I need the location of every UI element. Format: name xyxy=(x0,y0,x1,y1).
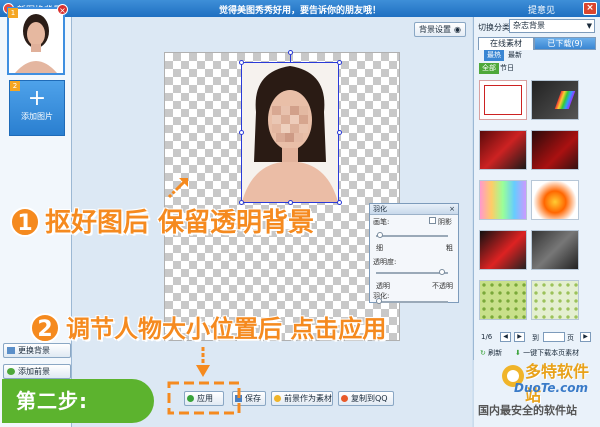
opacity-slider-track[interactable] xyxy=(376,272,448,274)
shadow-label: 阴影 xyxy=(438,218,452,226)
refresh-button[interactable]: ↻ 刷新 xyxy=(480,348,502,358)
add-image-label: 添加图片 xyxy=(21,112,53,121)
save-as-material-label: 前景作为素材 xyxy=(284,394,332,403)
image-thumbnail[interactable]: 1 × xyxy=(7,4,68,75)
tab-downloaded[interactable]: 已下载(9) xyxy=(534,37,596,50)
opaque-label: 不透明 xyxy=(432,282,453,290)
step-1-number: 1 xyxy=(10,207,40,237)
material-tile[interactable] xyxy=(531,230,579,270)
add-foreground-label: 添加前景 xyxy=(18,367,50,376)
feather-panel-title: 羽化 xyxy=(373,205,387,213)
save-as-material-button[interactable]: 前景作为素材 xyxy=(271,391,333,406)
page-unit-label: 页 xyxy=(567,334,574,342)
watermark-slogan: 国内最安全的软件站 xyxy=(478,404,577,417)
resize-handle-b[interactable] xyxy=(288,200,293,205)
watermark-url: DuoTe.com xyxy=(514,381,588,395)
resize-handle-r[interactable] xyxy=(337,130,342,135)
resize-handle-br[interactable] xyxy=(337,200,342,205)
star-icon xyxy=(274,395,281,402)
bulk-download-button[interactable]: ⬇ 一键下载本页素材 xyxy=(515,348,579,358)
refresh-label: 刷新 xyxy=(488,349,503,357)
picture-icon xyxy=(7,347,15,354)
category-label: 切换分类 xyxy=(478,23,510,32)
download-icon: ⬇ xyxy=(515,349,521,357)
apply-highlight-frame xyxy=(167,381,241,415)
tab-online-materials[interactable]: 在线素材 xyxy=(478,37,534,50)
feather-slider-knob[interactable] xyxy=(375,298,382,304)
bulk-download-label: 一键下载本页素材 xyxy=(523,349,580,357)
copy-to-qq-button[interactable]: 复制到QQ xyxy=(338,391,394,406)
thick-label: 粗 xyxy=(446,244,453,252)
subtab-new[interactable]: 最新 xyxy=(505,50,525,61)
step-2-instruction: 调节人物大小位置后 点击应用 xyxy=(66,315,387,343)
background-settings-button[interactable]: 背景设置 ◉ xyxy=(414,22,466,37)
change-background-label: 更换背景 xyxy=(18,346,50,355)
prev-page-button[interactable]: ◀ xyxy=(500,332,511,342)
page-indicator: 1/6 xyxy=(481,333,493,341)
next-page-button[interactable]: ▶ xyxy=(514,332,525,342)
settings-chevron-icon: ◉ xyxy=(454,25,461,34)
resize-handle-l[interactable] xyxy=(239,130,244,135)
resize-handle-tl[interactable] xyxy=(239,60,244,65)
feather-panel-header: 羽化 × xyxy=(370,204,458,215)
opacity-label: 透明度: xyxy=(373,258,397,266)
material-tile[interactable] xyxy=(531,80,579,120)
chevron-down-icon: ▼ xyxy=(586,22,592,30)
material-tile[interactable] xyxy=(479,130,527,170)
step-1-instruction: 抠好图后 保留透明背景 xyxy=(45,208,315,238)
category-select[interactable]: 杂志背景 ▼ xyxy=(509,19,595,33)
subtab-hot[interactable]: 最热 xyxy=(484,50,504,61)
close-button[interactable]: × xyxy=(583,2,597,15)
material-tile[interactable] xyxy=(479,180,527,220)
portrait-thumbnail-icon xyxy=(9,9,63,73)
thumbnail-number: 1 xyxy=(8,8,18,18)
brush-slider-track[interactable] xyxy=(376,235,448,237)
title-slogan: 觉得美图秀秀好用，要告诉你的朋友哦！ xyxy=(218,6,381,16)
feather-panel-close-icon[interactable]: × xyxy=(449,204,455,215)
material-tile[interactable] xyxy=(531,180,579,220)
add-icon xyxy=(7,368,15,375)
resize-handle-tr[interactable] xyxy=(337,60,342,65)
transparent-label: 透明 xyxy=(376,282,390,290)
refresh-icon: ↻ xyxy=(480,349,486,357)
rotate-handle-stem xyxy=(290,55,291,63)
delete-thumbnail-icon[interactable]: × xyxy=(57,4,68,15)
step-badge: 第二步: xyxy=(2,379,154,423)
step-2-number: 2 xyxy=(30,313,60,343)
background-settings-label: 背景设置 xyxy=(419,25,451,34)
selection-box[interactable] xyxy=(241,62,339,203)
add-image-button[interactable]: 2 + 添加图片 xyxy=(9,80,65,136)
thin-label: 细 xyxy=(376,244,383,252)
arrow-up-right-icon xyxy=(167,178,188,199)
brush-slider-knob[interactable] xyxy=(376,232,383,238)
brush-label: 画笔: xyxy=(373,218,390,226)
material-tile[interactable] xyxy=(531,280,579,320)
material-tile[interactable] xyxy=(479,280,527,320)
change-background-button[interactable]: 更换背景 xyxy=(3,343,71,358)
qq-icon xyxy=(341,395,348,402)
material-tile[interactable] xyxy=(479,80,527,120)
copy-to-qq-label: 复制到QQ xyxy=(351,394,388,403)
add-foreground-button[interactable]: 添加前景 xyxy=(3,364,71,379)
category-festival[interactable]: 节日 xyxy=(497,63,517,74)
title-bar: 新图换背景 觉得美图秀秀好用，要告诉你的朋友哦！ 提意见 × xyxy=(0,0,600,17)
feather-slider-track[interactable] xyxy=(376,301,448,303)
category-all[interactable]: 全部 xyxy=(479,63,499,74)
material-tile[interactable] xyxy=(531,130,579,170)
goto-page-button[interactable]: ▶ xyxy=(580,332,591,342)
save-label: 保存 xyxy=(245,394,261,403)
page-number-input[interactable] xyxy=(543,332,565,342)
feedback-link[interactable]: 提意见 xyxy=(528,3,555,16)
category-value: 杂志背景 xyxy=(513,21,545,30)
goto-label: 到 xyxy=(532,334,539,342)
material-tile[interactable] xyxy=(479,230,527,270)
add-slot-number: 2 xyxy=(10,81,20,91)
shadow-checkbox[interactable] xyxy=(429,217,436,224)
arrow-down-icon xyxy=(196,347,210,377)
resize-handle-bl[interactable] xyxy=(239,200,244,205)
